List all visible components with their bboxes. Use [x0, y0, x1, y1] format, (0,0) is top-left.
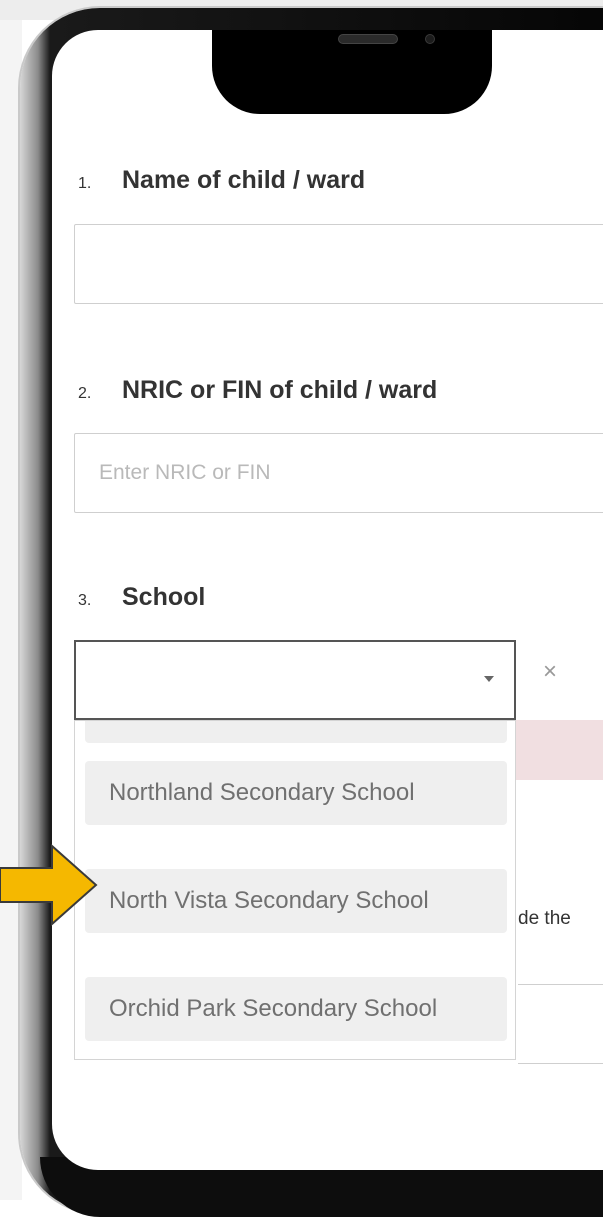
- child-name-input[interactable]: [74, 224, 603, 304]
- nric-fin-input[interactable]: Enter NRIC or FIN: [74, 433, 603, 513]
- question-label: Name of child / ward: [122, 166, 366, 194]
- speaker-icon: [338, 34, 398, 44]
- caret-down-icon[interactable]: [484, 676, 494, 682]
- question-number: 2.: [78, 385, 92, 402]
- arrow-right-icon: [0, 843, 98, 927]
- question-1: 1. Name of child / ward: [78, 166, 365, 195]
- close-icon[interactable]: ×: [530, 658, 570, 686]
- dropdown-option[interactable]: North Vista Secondary School: [85, 869, 507, 933]
- dropdown-option[interactable]: Northland Secondary School: [85, 761, 507, 825]
- school-select[interactable]: [74, 640, 516, 720]
- error-highlight: [516, 720, 603, 780]
- question-2: 2. NRIC or FIN of child / ward: [78, 376, 437, 405]
- phone-notch: [212, 30, 492, 114]
- dropdown-option[interactable]: [85, 721, 507, 743]
- background-input: [518, 984, 603, 1064]
- school-dropdown-list[interactable]: Northland Secondary School North Vista S…: [74, 720, 516, 1060]
- question-label: NRIC or FIN of child / ward: [122, 376, 438, 404]
- question-number: 3.: [78, 592, 92, 609]
- question-number: 1.: [78, 175, 92, 192]
- arrow-shape: [0, 843, 98, 927]
- question-3: 3. School: [78, 583, 205, 612]
- camera-icon: [425, 34, 435, 44]
- left-margin: [0, 20, 22, 1200]
- phone-screen: 1. Name of child / ward 2. NRIC or FIN o…: [52, 30, 603, 1170]
- question-label: School: [122, 583, 206, 611]
- dropdown-option[interactable]: Orchid Park Secondary School: [85, 977, 507, 1041]
- background-text: de the: [518, 908, 571, 929]
